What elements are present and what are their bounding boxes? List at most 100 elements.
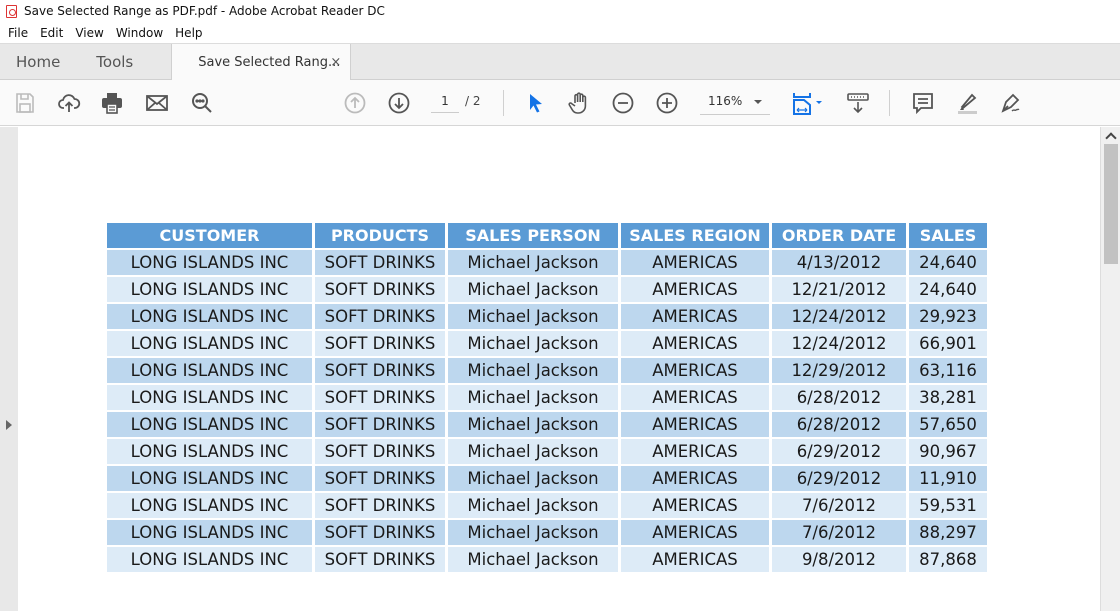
- cell-products: SOFT DRINKS: [315, 250, 445, 275]
- upload-cloud-icon[interactable]: [56, 90, 82, 116]
- cell-sales-person: Michael Jackson: [448, 250, 618, 275]
- zoom-level-dropdown[interactable]: 116%: [700, 91, 770, 115]
- cell-sales: 88,297: [909, 520, 987, 545]
- cell-sales-region: AMERICAS: [621, 331, 769, 356]
- chevron-down-icon: [754, 100, 762, 104]
- sales-table: CUSTOMER PRODUCTS SALES PERSON SALES REG…: [104, 221, 990, 574]
- cell-customer: LONG ISLANDS INC: [107, 520, 312, 545]
- toolbar: 1 / 2 116%: [0, 80, 1120, 126]
- cell-sales: 63,116: [909, 358, 987, 383]
- cell-order-date: 12/29/2012: [772, 358, 906, 383]
- close-tab-icon[interactable]: ×: [330, 55, 341, 70]
- cell-customer: LONG ISLANDS INC: [107, 304, 312, 329]
- menu-help[interactable]: Help: [169, 26, 208, 40]
- table-row: LONG ISLANDS INC SOFT DRINKS Michael Jacks…: [107, 493, 987, 518]
- expand-panel-icon[interactable]: [6, 420, 12, 430]
- search-icon[interactable]: [189, 90, 215, 116]
- scroll-up-icon[interactable]: [1101, 127, 1120, 144]
- sign-icon[interactable]: [998, 90, 1024, 116]
- cell-products: SOFT DRINKS: [315, 304, 445, 329]
- menu-file[interactable]: File: [2, 26, 34, 40]
- highlight-icon[interactable]: [954, 90, 980, 116]
- tab-document[interactable]: Save Selected Rang... ×: [171, 44, 352, 80]
- print-icon[interactable]: [99, 90, 125, 116]
- cell-order-date: 7/6/2012: [772, 520, 906, 545]
- cell-order-date: 12/24/2012: [772, 331, 906, 356]
- table-row: LONG ISLANDS INC SOFT DRINKS Michael Jacks…: [107, 304, 987, 329]
- header-sales-person: SALES PERSON: [448, 223, 618, 248]
- cell-order-date: 6/29/2012: [772, 439, 906, 464]
- document-area: CUSTOMER PRODUCTS SALES PERSON SALES REG…: [0, 127, 1120, 611]
- total-pages: / 2: [465, 94, 481, 108]
- page-down-icon[interactable]: [386, 90, 412, 116]
- tab-home[interactable]: Home: [0, 44, 80, 79]
- page-up-icon[interactable]: [342, 90, 368, 116]
- vertical-scrollbar[interactable]: [1100, 127, 1120, 611]
- cell-products: SOFT DRINKS: [315, 385, 445, 410]
- menu-window[interactable]: Window: [110, 26, 169, 40]
- cell-products: SOFT DRINKS: [315, 520, 445, 545]
- menu-edit[interactable]: Edit: [34, 26, 69, 40]
- cell-sales-person: Michael Jackson: [448, 412, 618, 437]
- toolbar-divider: [503, 90, 504, 116]
- table-header-row: CUSTOMER PRODUCTS SALES PERSON SALES REG…: [107, 223, 987, 248]
- zoom-in-icon[interactable]: [654, 90, 680, 116]
- zoom-out-icon[interactable]: [610, 90, 636, 116]
- cell-products: SOFT DRINKS: [315, 493, 445, 518]
- cell-sales-person: Michael Jackson: [448, 385, 618, 410]
- document-tab-label: Save Selected Rang...: [198, 54, 341, 70]
- header-products: PRODUCTS: [315, 223, 445, 248]
- cell-products: SOFT DRINKS: [315, 277, 445, 302]
- cell-sales: 87,868: [909, 547, 987, 572]
- table-row: LONG ISLANDS INC SOFT DRINKS Michael Jacks…: [107, 520, 987, 545]
- table-row: LONG ISLANDS INC SOFT DRINKS Michael Jacks…: [107, 250, 987, 275]
- cell-order-date: 6/28/2012: [772, 385, 906, 410]
- cell-products: SOFT DRINKS: [315, 439, 445, 464]
- cell-sales-person: Michael Jackson: [448, 304, 618, 329]
- cell-products: SOFT DRINKS: [315, 412, 445, 437]
- scroll-mode-icon[interactable]: [845, 90, 871, 116]
- acrobat-pdf-icon: [6, 4, 17, 18]
- save-icon[interactable]: [12, 90, 38, 116]
- cell-sales-person: Michael Jackson: [448, 439, 618, 464]
- header-sales: SALES: [909, 223, 987, 248]
- cell-sales-region: AMERICAS: [621, 412, 769, 437]
- cell-sales-region: AMERICAS: [621, 439, 769, 464]
- left-panel-rail[interactable]: [0, 127, 18, 611]
- tab-tools[interactable]: Tools: [80, 44, 149, 79]
- toolbar-divider: [889, 90, 890, 116]
- cell-sales: 59,531: [909, 493, 987, 518]
- cell-order-date: 7/6/2012: [772, 493, 906, 518]
- cell-sales-person: Michael Jackson: [448, 466, 618, 491]
- select-pointer-icon[interactable]: [522, 90, 548, 116]
- table-row: LONG ISLANDS INC SOFT DRINKS Michael Jacks…: [107, 466, 987, 491]
- cell-customer: LONG ISLANDS INC: [107, 547, 312, 572]
- cell-sales-person: Michael Jackson: [448, 520, 618, 545]
- cell-sales-region: AMERICAS: [621, 385, 769, 410]
- cell-order-date: 12/21/2012: [772, 277, 906, 302]
- cell-products: SOFT DRINKS: [315, 547, 445, 572]
- header-customer: CUSTOMER: [107, 223, 312, 248]
- page-fit-icon[interactable]: [790, 90, 826, 116]
- cell-customer: LONG ISLANDS INC: [107, 277, 312, 302]
- pdf-page: CUSTOMER PRODUCTS SALES PERSON SALES REG…: [18, 127, 1098, 611]
- cell-order-date: 6/29/2012: [772, 466, 906, 491]
- menu-view[interactable]: View: [69, 26, 109, 40]
- table-row: LONG ISLANDS INC SOFT DRINKS Michael Jacks…: [107, 547, 987, 572]
- comment-icon[interactable]: [910, 90, 936, 116]
- cell-order-date: 4/13/2012: [772, 250, 906, 275]
- table-row: LONG ISLANDS INC SOFT DRINKS Michael Jacks…: [107, 358, 987, 383]
- scrollbar-thumb[interactable]: [1104, 144, 1118, 264]
- current-page-input[interactable]: 1: [431, 91, 459, 113]
- hand-icon[interactable]: [566, 90, 592, 116]
- cell-customer: LONG ISLANDS INC: [107, 412, 312, 437]
- cell-sales: 29,923: [909, 304, 987, 329]
- cell-order-date: 9/8/2012: [772, 547, 906, 572]
- header-order-date: ORDER DATE: [772, 223, 906, 248]
- cell-sales-region: AMERICAS: [621, 250, 769, 275]
- table-row: LONG ISLANDS INC SOFT DRINKS Michael Jacks…: [107, 439, 987, 464]
- cell-sales-region: AMERICAS: [621, 520, 769, 545]
- cell-sales-region: AMERICAS: [621, 358, 769, 383]
- table-row: LONG ISLANDS INC SOFT DRINKS Michael Jacks…: [107, 412, 987, 437]
- email-icon[interactable]: [144, 90, 170, 116]
